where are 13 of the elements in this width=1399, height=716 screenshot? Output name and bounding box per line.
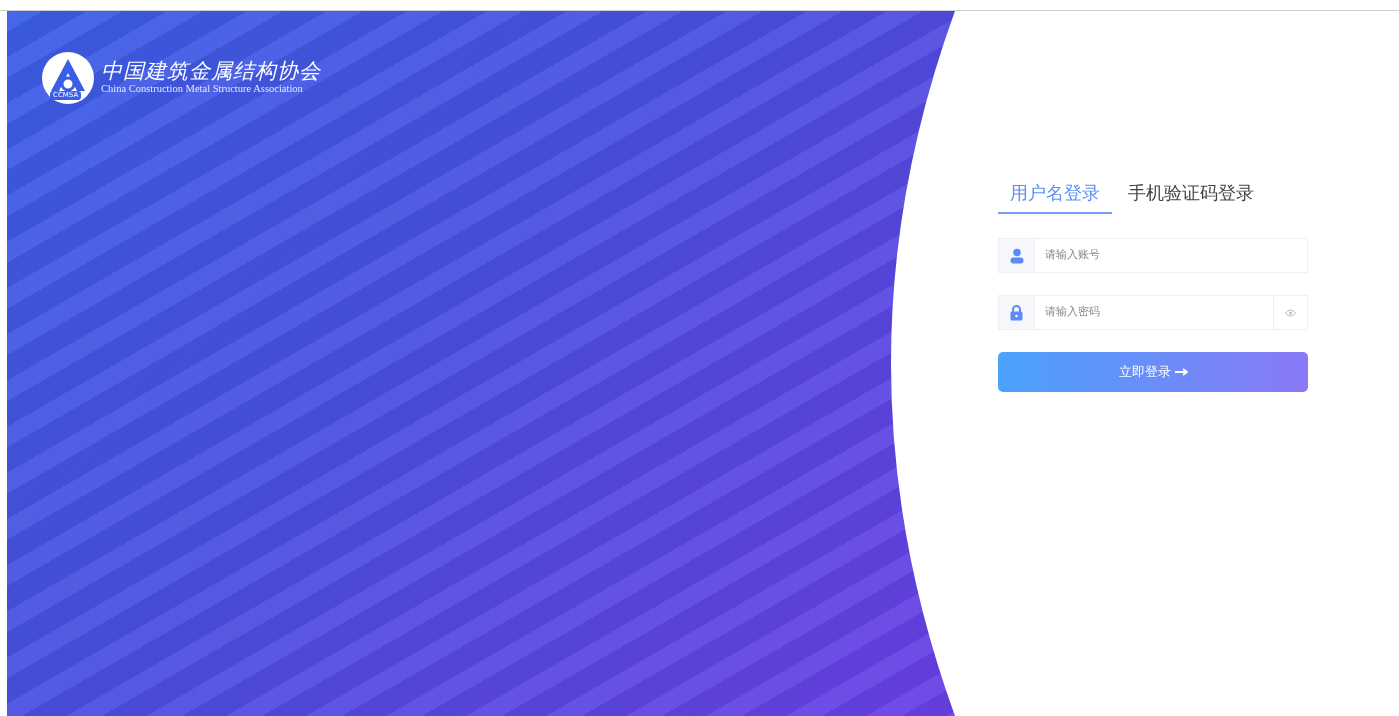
lock-icon	[1010, 304, 1023, 321]
login-button[interactable]: 立即登录	[998, 352, 1308, 392]
user-icon	[1009, 247, 1024, 264]
arrow-icon	[1174, 368, 1188, 376]
show-password-button[interactable]	[1274, 295, 1308, 330]
password-field[interactable]: 请输入密码	[1034, 295, 1274, 330]
organization-name: 中国建筑金属结构协会	[101, 60, 321, 84]
login-tab[interactable]: 用户名登录	[998, 171, 1112, 214]
login-tab[interactable]: 手机验证码登录	[1116, 171, 1266, 214]
eye-icon	[1285, 308, 1296, 317]
organization-name-english: China Construction Metal Structure Association	[101, 83, 304, 96]
logo-icon	[41, 51, 95, 105]
username-field[interactable]: 请输入账号	[1034, 238, 1308, 273]
